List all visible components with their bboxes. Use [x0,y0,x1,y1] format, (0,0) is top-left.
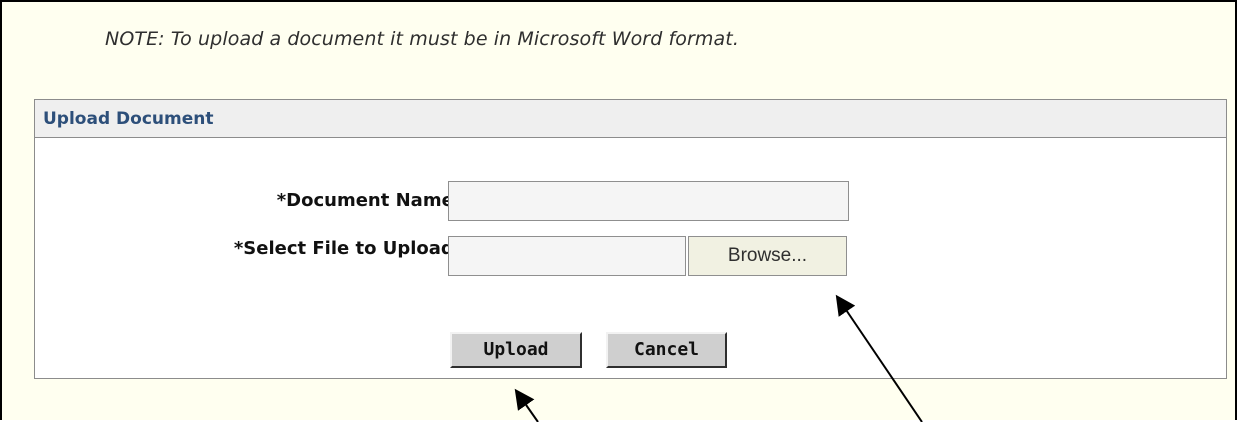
document-name-input[interactable] [448,181,849,221]
format-note: NOTE: To upload a document it must be in… [105,28,739,50]
document-name-label: *Document Name: [276,190,461,211]
select-file-label: *Select File to Upload: [233,238,461,259]
panel-header: Upload Document [35,100,1226,138]
upload-arrow [514,388,539,422]
browse-button[interactable]: Browse... [688,236,847,276]
file-path-input[interactable] [448,236,686,276]
upload-button[interactable]: Upload [450,332,582,368]
upload-document-frame: NOTE: To upload a document it must be in… [0,0,1237,422]
cancel-button[interactable]: Cancel [606,332,727,368]
upload-document-panel: Upload Document *Document Name: *Select … [34,99,1227,379]
